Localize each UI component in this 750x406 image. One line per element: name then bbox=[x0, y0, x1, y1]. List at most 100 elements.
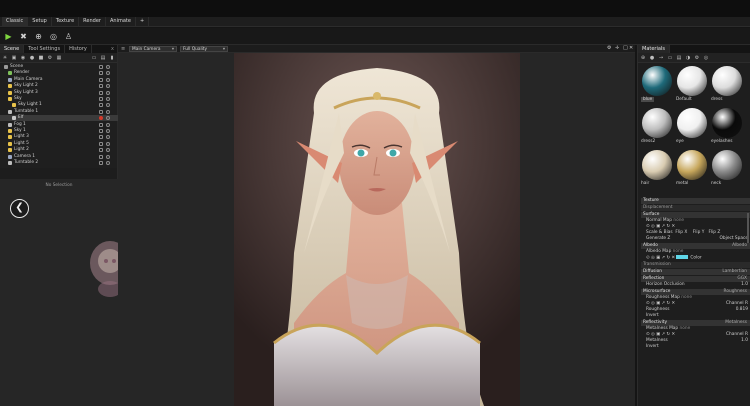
lock-icon[interactable] bbox=[99, 103, 103, 108]
scrollbar[interactable] bbox=[747, 213, 749, 243]
lock-icon[interactable] bbox=[99, 129, 103, 133]
tree-item[interactable]: Sky Light 1 bbox=[0, 102, 118, 108]
lock-icon[interactable] bbox=[99, 77, 103, 82]
material-thumbnail[interactable]: eye bbox=[676, 107, 709, 144]
material-thumbnail[interactable]: blue bbox=[641, 65, 674, 102]
tree-item[interactable]: Elf bbox=[0, 115, 118, 122]
object-space-label[interactable]: Object Space bbox=[720, 236, 748, 242]
eye-icon[interactable] bbox=[106, 129, 110, 133]
duplicate-icon[interactable]: ▤ bbox=[676, 55, 682, 61]
lock-icon[interactable] bbox=[99, 84, 103, 89]
horizon-value[interactable]: 1.0 bbox=[741, 282, 748, 288]
lock-icon[interactable] bbox=[99, 65, 103, 69]
map-tools-icon[interactable]: ⊙ ◎ ▣ ↗ ↻ ✕ bbox=[646, 301, 675, 306]
map-tools-icon[interactable]: ⊙ ◎ ▣ ↗ ↻ ✕ bbox=[646, 256, 675, 261]
material-thumbnail[interactable]: Default bbox=[676, 65, 709, 102]
eye-icon[interactable] bbox=[106, 135, 110, 140]
tree-item[interactable]: Light 3 bbox=[0, 134, 118, 140]
eye-icon[interactable] bbox=[106, 141, 110, 146]
trash-icon[interactable]: ▮ bbox=[109, 55, 115, 61]
tab-render[interactable]: Render bbox=[79, 17, 106, 26]
tree-item[interactable]: Camera 1 bbox=[0, 154, 118, 160]
person-icon[interactable]: ♙ bbox=[63, 31, 74, 42]
pin-icon[interactable]: ◉ bbox=[20, 55, 26, 61]
settings-icon[interactable]: ⚙ bbox=[694, 55, 700, 61]
arrow-select-icon[interactable]: ▶ bbox=[3, 31, 14, 42]
flip-x-label[interactable]: Flip X bbox=[675, 230, 687, 235]
grid-icon[interactable]: ▦ bbox=[56, 55, 62, 61]
sphere-icon[interactable]: ● bbox=[29, 55, 35, 61]
tab-scene[interactable]: Scene bbox=[0, 45, 25, 53]
tab-setup[interactable]: Setup bbox=[28, 17, 52, 26]
tab-animate[interactable]: Animate bbox=[106, 17, 136, 26]
quality-select[interactable]: Full Quality ▾ bbox=[180, 46, 228, 52]
generate-z-label[interactable]: Generate Z bbox=[646, 236, 670, 241]
record-icon[interactable] bbox=[99, 116, 103, 121]
grip-icon[interactable]: ≡ bbox=[121, 46, 125, 52]
lock-icon[interactable] bbox=[99, 141, 103, 146]
lock-icon[interactable] bbox=[99, 154, 103, 159]
move-icon[interactable]: ✛ bbox=[615, 45, 619, 51]
lock-icon[interactable] bbox=[99, 90, 103, 95]
section-transmission[interactable]: Transmission bbox=[641, 262, 750, 268]
tree-item[interactable]: Fog 1 bbox=[0, 122, 118, 128]
channel-select[interactable]: R bbox=[745, 301, 748, 306]
channel-select[interactable]: R bbox=[745, 332, 748, 337]
sphere-icon[interactable]: ● bbox=[649, 55, 655, 61]
material-thumbnail[interactable]: metal bbox=[676, 149, 709, 186]
material-thumbnail[interactable]: hair bbox=[641, 149, 674, 186]
close-icon[interactable]: x bbox=[111, 45, 117, 53]
lock-icon[interactable] bbox=[99, 71, 103, 76]
tab-materials[interactable]: Materials bbox=[638, 45, 670, 53]
eye-icon[interactable] bbox=[106, 154, 110, 159]
map-tools-icon[interactable]: ⊙ ◎ ▣ ↗ ↻ ✕ bbox=[646, 332, 675, 337]
globe-icon[interactable]: ⊕ bbox=[33, 31, 44, 42]
eye-icon[interactable] bbox=[106, 122, 110, 127]
sample-icon[interactable]: ◑ bbox=[685, 55, 691, 61]
section-texture[interactable]: Texture bbox=[641, 198, 750, 204]
lock-icon[interactable] bbox=[99, 122, 103, 127]
invert-label[interactable]: Invert bbox=[646, 344, 659, 349]
invert-label[interactable]: Invert bbox=[646, 313, 659, 318]
eye-icon[interactable] bbox=[106, 71, 110, 76]
settings-icon[interactable]: ⚙ bbox=[607, 45, 611, 51]
previous-arrow-button[interactable]: ❮ bbox=[10, 199, 29, 218]
lock-icon[interactable] bbox=[99, 109, 103, 114]
close-icon[interactable]: ✕ bbox=[629, 45, 633, 51]
eye-icon[interactable] bbox=[106, 148, 110, 153]
import-icon[interactable]: → bbox=[658, 55, 664, 61]
viewport[interactable] bbox=[118, 53, 635, 406]
lock-icon[interactable] bbox=[99, 135, 103, 140]
link-icon[interactable]: ◎ bbox=[703, 55, 709, 61]
eye-icon[interactable] bbox=[106, 65, 110, 69]
camera-icon[interactable]: ■ bbox=[38, 55, 44, 61]
eye-icon[interactable] bbox=[106, 84, 110, 89]
material-thumbnail[interactable]: eyelashes bbox=[711, 107, 744, 144]
flip-y-label[interactable]: Flip Y bbox=[693, 230, 705, 235]
eye-icon[interactable] bbox=[106, 116, 110, 121]
tab-history[interactable]: History bbox=[65, 45, 92, 53]
camera-select[interactable]: Main Camera ▾ bbox=[129, 46, 177, 52]
add-tab-button[interactable]: + bbox=[136, 17, 150, 26]
lock-icon[interactable] bbox=[99, 161, 103, 165]
folder-icon[interactable]: ▭ bbox=[667, 55, 673, 61]
material-thumbnail[interactable]: neck bbox=[711, 149, 744, 186]
light-icon[interactable]: ☀ bbox=[2, 55, 8, 61]
map-tools-icon[interactable]: ⊙ ◎ ▣ ↗ ↻ ✕ bbox=[646, 224, 675, 229]
eye-icon[interactable] bbox=[106, 109, 110, 114]
eye-icon[interactable] bbox=[106, 97, 110, 101]
cube-icon[interactable]: ▣ bbox=[11, 55, 17, 61]
tree-item[interactable]: Light 2 bbox=[0, 147, 118, 153]
flip-z-label[interactable]: Flip Z bbox=[708, 230, 720, 235]
folder-icon[interactable]: ▭ bbox=[91, 55, 97, 61]
maximize-icon[interactable]: □ bbox=[623, 45, 628, 51]
add-icon[interactable]: ⊕ bbox=[640, 55, 646, 61]
target-icon[interactable]: ◎ bbox=[48, 31, 59, 42]
scale-bias-label[interactable]: Scale & Bias bbox=[646, 230, 673, 235]
section-diffusion[interactable]: Diffusion Lambertian bbox=[641, 269, 750, 275]
gear-icon[interactable]: ⚙ bbox=[47, 55, 53, 61]
tab-texture[interactable]: Texture bbox=[52, 17, 80, 26]
duplicate-icon[interactable]: ▤ bbox=[100, 55, 106, 61]
eye-icon[interactable] bbox=[106, 77, 110, 82]
eye-icon[interactable] bbox=[106, 103, 110, 108]
